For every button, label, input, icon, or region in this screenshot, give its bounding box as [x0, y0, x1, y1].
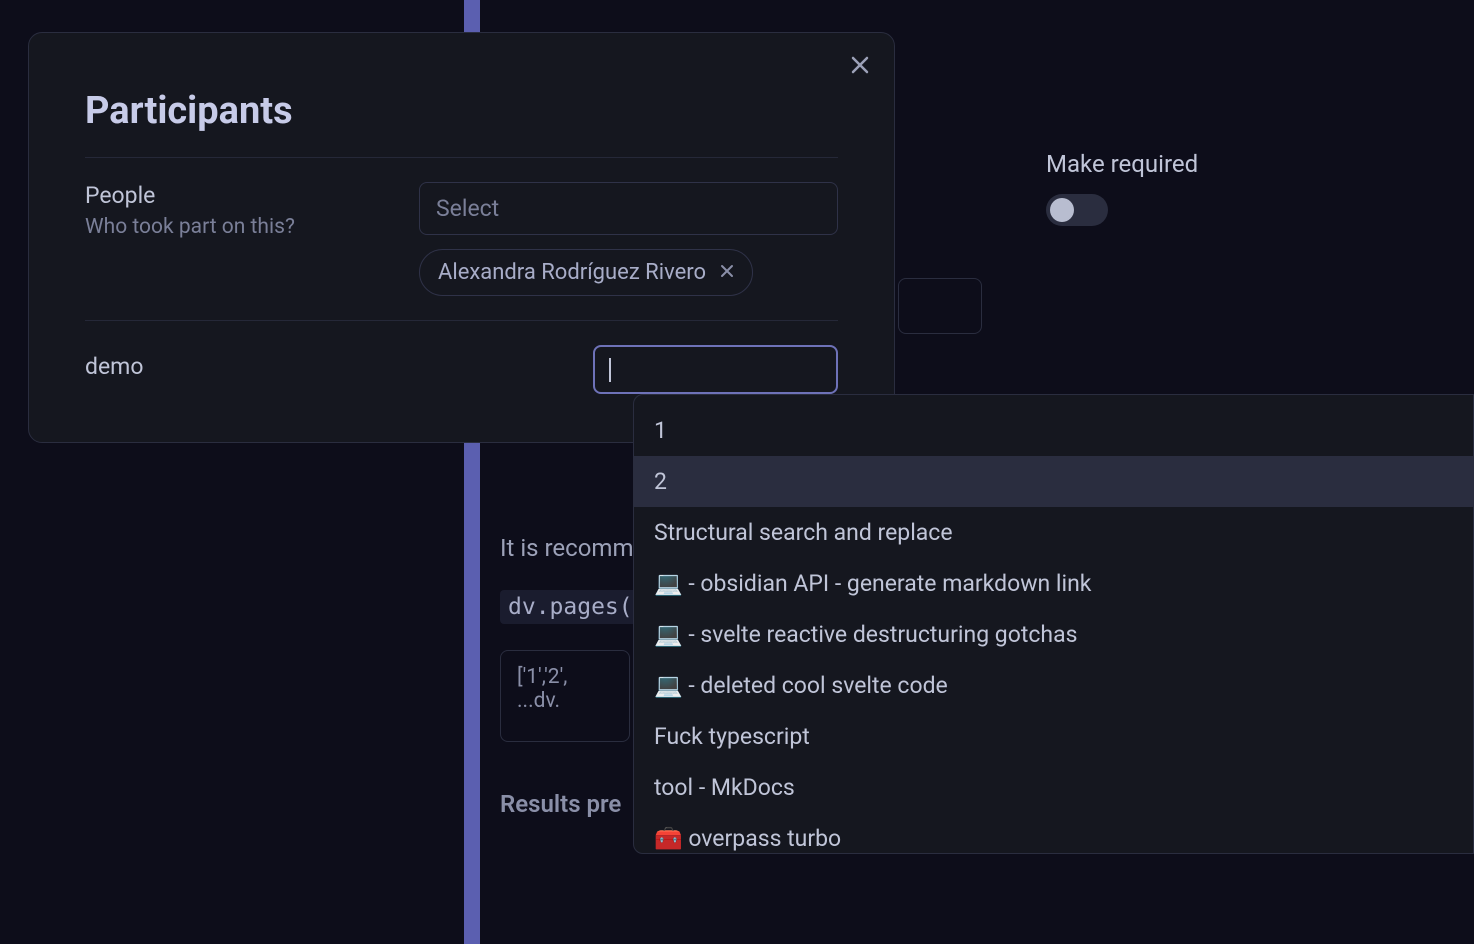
make-required-label: Make required — [1046, 150, 1198, 178]
demo-label: demo — [85, 345, 419, 380]
results-label: Results pre — [500, 790, 621, 818]
text-cursor — [609, 358, 611, 382]
chip-label: Alexandra Rodríguez Rivero — [438, 260, 706, 285]
people-sublabel: Who took part on this? — [85, 215, 419, 239]
close-button[interactable] — [848, 53, 872, 77]
x-icon — [720, 264, 734, 278]
code-snippet: dv.pages( — [500, 590, 641, 624]
dropdown-item[interactable]: 💻 - obsidian API - generate markdown lin… — [634, 558, 1473, 609]
background-box — [898, 278, 982, 334]
close-icon — [851, 56, 869, 74]
recommend-text: It is recomm — [500, 534, 634, 562]
modal-title: Participants — [85, 33, 838, 158]
dropdown-item[interactable]: 2 — [634, 456, 1473, 507]
dropdown-item[interactable]: Structural search and replace — [634, 507, 1473, 558]
demo-input[interactable] — [593, 345, 838, 394]
people-label: People — [85, 182, 419, 209]
dropdown-item[interactable]: 1 — [634, 405, 1473, 456]
people-select[interactable]: Select — [419, 182, 838, 235]
chip-remove-button[interactable] — [720, 263, 734, 282]
dropdown-item[interactable]: 💻 - svelte reactive destructuring gotcha… — [634, 609, 1473, 660]
toggle-knob — [1050, 198, 1074, 222]
people-row: People Who took part on this? Select Ale… — [85, 158, 838, 321]
dropdown-item[interactable]: 💻 - deleted cool svelte code — [634, 660, 1473, 711]
dropdown-item[interactable]: tool - MkDocs — [634, 762, 1473, 813]
participants-modal: Participants People Who took part on thi… — [28, 32, 895, 443]
dropdown-item[interactable]: 🧰 overpass turbo — [634, 813, 1473, 854]
dropdown-item[interactable]: Fuck typescript — [634, 711, 1473, 762]
make-required-toggle[interactable] — [1046, 194, 1108, 226]
code-box: ['1','2', ...dv. — [500, 650, 630, 742]
chip-row: Alexandra Rodríguez Rivero — [419, 249, 838, 296]
participant-chip: Alexandra Rodríguez Rivero — [419, 249, 753, 296]
suggestion-dropdown: 1 2 Structural search and replace 💻 - ob… — [633, 394, 1474, 854]
